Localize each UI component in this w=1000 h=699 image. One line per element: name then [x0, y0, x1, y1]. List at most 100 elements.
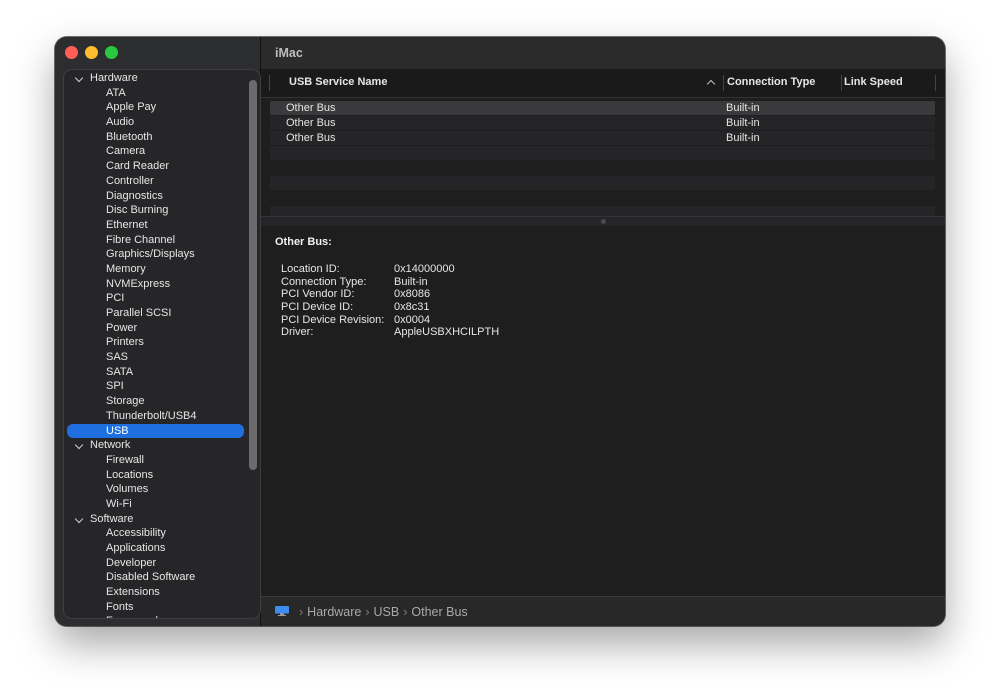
sidebar-scrollbar[interactable] — [249, 80, 257, 470]
sidebar-item-apple-pay[interactable]: Apple Pay — [64, 100, 246, 115]
sidebar-item-printers[interactable]: Printers — [64, 335, 246, 350]
field-value: Built-in — [394, 275, 428, 288]
sidebar-item-nvmexpress[interactable]: NVMExpress — [64, 277, 246, 292]
usb-table: Other Bus Built-in Other Bus Built-in Ot… — [261, 98, 945, 216]
detail-title: Other Bus: — [275, 236, 332, 248]
sidebar-item-graphics-displays[interactable]: Graphics/Displays — [64, 247, 246, 262]
sidebar-item-power[interactable]: Power — [64, 321, 246, 336]
table-row[interactable]: Other Bus Built-in — [270, 131, 935, 145]
sidebar-item-wi-fi[interactable]: Wi-Fi — [64, 497, 246, 512]
table-header: USB Service Name Connection Type Link Sp… — [261, 69, 945, 98]
column-header-link-speed[interactable]: Link Speed — [844, 76, 903, 88]
sidebar-item-disc-burning[interactable]: Disc Burning — [64, 203, 246, 218]
titlebar-left — [55, 37, 260, 69]
chevron-down-icon[interactable] — [74, 73, 84, 83]
table-row[interactable]: Other Bus Built-in — [270, 116, 935, 130]
sidebar-item-fibre-channel[interactable]: Fibre Channel — [64, 233, 246, 248]
field-label: Connection Type: — [281, 275, 367, 288]
empty-row — [270, 176, 935, 190]
chevron-down-icon[interactable] — [74, 514, 84, 523]
sidebar-item-ethernet[interactable]: Ethernet — [64, 218, 246, 233]
sidebar-item-firewall[interactable]: Firewall — [64, 453, 246, 468]
sidebar-item-developer[interactable]: Developer — [64, 556, 246, 571]
breadcrumb: › Hardware › USB › Other Bus — [295, 605, 468, 619]
sidebar-group-label: Software — [90, 512, 134, 525]
service-name-cell: Other Bus — [286, 117, 336, 129]
category-tree: Hardware ATA Apple Pay Audio Bluetooth Camera… — [64, 71, 246, 618]
sidebar-item-usb[interactable]: USB — [67, 423, 244, 439]
sidebar-item-accessibility[interactable]: Accessibility — [64, 526, 246, 541]
sidebar-item-fonts[interactable]: Fonts — [64, 600, 246, 615]
sidebar-item-frameworks[interactable]: Frameworks — [64, 614, 246, 618]
detail-pane: Other Bus: Location ID: 0x14000000 Connect… — [261, 226, 945, 596]
sidebar-item-thunderbolt-usb4[interactable]: Thunderbolt/USB4 — [64, 409, 246, 424]
sidebar-item-sas[interactable]: SAS — [64, 350, 246, 365]
connection-type-cell: Built-in — [726, 102, 760, 114]
column-separator — [723, 75, 724, 91]
field-label: Driver: — [281, 326, 314, 339]
sidebar-item-applications[interactable]: Applications — [64, 541, 246, 556]
breadcrumb-hardware[interactable]: Hardware — [307, 605, 361, 619]
field-value: 0x8c31 — [394, 301, 430, 314]
breadcrumb-separator: › — [299, 605, 304, 619]
system-information-window: Hardware ATA Apple Pay Audio Bluetooth Camera… — [55, 37, 945, 626]
field-label: Location ID: — [281, 263, 340, 275]
breadcrumb-other-bus[interactable]: Other Bus — [411, 605, 467, 619]
field-label: PCI Device ID: — [281, 301, 354, 314]
sidebar: Hardware ATA Apple Pay Audio Bluetooth Camera… — [55, 37, 261, 626]
connection-type-cell: Built-in — [726, 117, 760, 129]
sort-ascending-icon — [706, 79, 716, 89]
sidebar-group-network[interactable]: Network — [64, 438, 246, 453]
divider-handle[interactable] — [601, 219, 606, 224]
sidebar-item-extensions[interactable]: Extensions — [64, 585, 246, 600]
field-label: PCI Vendor ID: — [281, 288, 355, 301]
breadcrumb-separator: › — [365, 605, 370, 619]
close-button[interactable] — [65, 46, 78, 59]
column-header-usb-service-name[interactable]: USB Service Name — [289, 76, 387, 88]
breadcrumb-separator: › — [403, 605, 408, 619]
column-separator — [269, 75, 270, 91]
sidebar-item-sata[interactable]: SATA — [64, 365, 246, 380]
column-separator — [935, 75, 936, 91]
sidebar-group-hardware[interactable]: Hardware — [64, 71, 246, 86]
sidebar-item-locations[interactable]: Locations — [64, 468, 246, 483]
connection-type-cell: Built-in — [726, 132, 760, 144]
field-value: AppleUSBXHCILPTH — [394, 326, 500, 339]
sidebar-item-volumes[interactable]: Volumes — [64, 482, 246, 497]
maximize-button[interactable] — [105, 46, 118, 59]
sidebar-item-memory[interactable]: Memory — [64, 262, 246, 277]
sidebar-item-ata[interactable]: ATA — [64, 86, 246, 101]
table-row[interactable]: Other Bus Built-in — [270, 101, 935, 115]
sidebar-item-camera[interactable]: Camera — [64, 144, 246, 159]
sidebar-group-label: Network — [90, 439, 131, 452]
minimize-button[interactable] — [85, 46, 98, 59]
column-header-connection-type[interactable]: Connection Type — [727, 76, 815, 88]
sidebar-item-audio[interactable]: Audio — [64, 115, 246, 130]
field-label: PCI Device Revision: — [281, 313, 385, 326]
service-name-cell: Other Bus — [286, 102, 336, 114]
chevron-down-icon[interactable] — [74, 440, 84, 450]
sidebar-item-bluetooth[interactable]: Bluetooth — [64, 130, 246, 145]
field-value: 0x0004 — [394, 313, 431, 326]
sidebar-item-diagnostics[interactable]: Diagnostics — [64, 189, 246, 204]
sidebar-item-controller[interactable]: Controller — [64, 174, 246, 189]
sidebar-group-software[interactable]: Software — [64, 512, 246, 527]
empty-row — [270, 146, 935, 160]
service-name-cell: Other Bus — [286, 132, 336, 144]
sidebar-group-label: Hardware — [90, 72, 138, 84]
sidebar-item-pci[interactable]: PCI — [64, 291, 246, 306]
sidebar-item-card-reader[interactable]: Card Reader — [64, 159, 246, 174]
sidebar-item-spi[interactable]: SPI — [64, 379, 246, 394]
sidebar-item-parallel-scsi[interactable]: Parallel SCSI — [64, 306, 246, 321]
breadcrumb-usb[interactable]: USB — [374, 605, 400, 619]
path-bar: › Hardware › USB › Other Bus — [261, 596, 945, 626]
empty-row — [270, 206, 935, 216]
computer-icon — [275, 606, 289, 616]
window-title: iMac — [275, 46, 303, 60]
sidebar-tree-panel: Hardware ATA Apple Pay Audio Bluetooth Camera… — [63, 69, 261, 619]
column-separator — [841, 75, 842, 91]
titlebar — [261, 37, 945, 69]
sidebar-item-storage[interactable]: Storage — [64, 394, 246, 409]
sidebar-item-disabled-software[interactable]: Disabled Software — [64, 570, 246, 585]
field-value: 0x14000000 — [394, 263, 455, 275]
